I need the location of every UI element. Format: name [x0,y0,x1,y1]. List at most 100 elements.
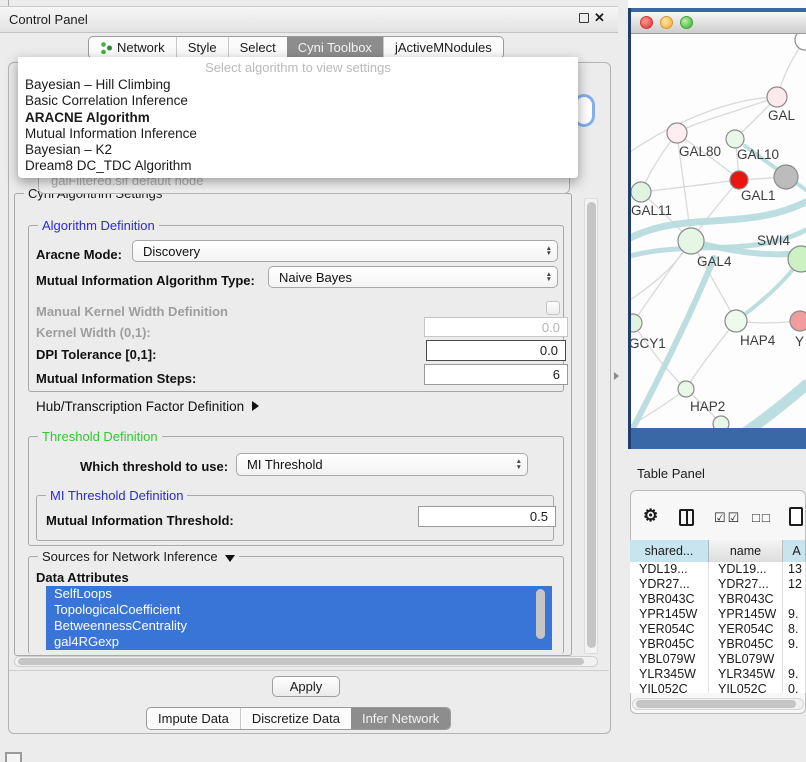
mi-algorithm-type-label: Mutual Information Algorithm Type: [36,273,255,288]
attribute-item-betweennesscentrality[interactable]: BetweennessCentrality [46,618,552,634]
table-row[interactable]: YBL079WYBL079W [630,652,806,667]
network-edge[interactable] [686,321,736,389]
settings-vertical-scrollbar[interactable] [584,198,598,654]
network-node-gal-top[interactable] [767,87,787,107]
mi-algorithm-type-combobox[interactable]: Naive Bayes ▲▼ [268,266,558,288]
network-node-label: Y [795,334,804,349]
checked-columns-icon[interactable]: ☑☑ [714,510,741,526]
kernel-width-label: Kernel Width (0,1): [36,325,151,340]
table-cell: 9. [783,637,806,652]
network-node-swi4[interactable] [788,246,806,272]
settings-horizontal-scrollbar[interactable] [14,656,598,667]
tab-label: Style [188,40,217,55]
tab-infer-network[interactable]: Infer Network [351,708,450,729]
network-node-gal80[interactable] [667,123,687,143]
gear-icon[interactable]: ⚙ [643,506,658,526]
tab-style[interactable]: Style [176,37,228,58]
network-node-label: GCY1 [631,336,666,351]
table-horizontal-scrollbar[interactable] [632,698,804,710]
column-header-name[interactable]: name [709,540,783,562]
aracne-mode-combobox[interactable]: Discovery ▲▼ [132,240,558,262]
table-cell: YIL052C [630,682,709,693]
attribute-item-gal4rgexp[interactable]: gal4RGexp [46,634,552,650]
tab-network[interactable]: Network [89,37,176,58]
tab-label: Impute Data [158,711,229,726]
collapse-down-icon [225,555,235,562]
network-edge[interactable] [677,97,777,133]
document-icon[interactable] [789,507,803,526]
attribute-list-scrollbar[interactable] [536,589,545,639]
column-layout-icon[interactable] [679,509,694,526]
network-node-label: GAL10 [737,147,779,162]
minimize-traffic-light-icon[interactable] [660,16,673,29]
column-header-a[interactable]: A [783,540,806,562]
dpi-tolerance-field[interactable]: 0.0 [426,340,566,361]
table-row[interactable]: YER054CYER054C8. [630,622,806,637]
mi-steps-value: 6 [553,367,560,382]
attribute-item-topologicalcoefficient[interactable]: TopologicalCoefficient [46,602,552,618]
dropdown-item-basic-correlation-inference[interactable]: Basic Correlation Inference [18,93,578,109]
table-cell: YPR145W [630,607,709,622]
tab-select[interactable]: Select [228,37,287,58]
network-node-salmon-node[interactable] [790,311,806,331]
table-row[interactable]: YLR345WYLR345W9. [630,667,806,682]
dock-panel-icon[interactable] [5,752,22,762]
float-window-icon[interactable] [579,13,589,23]
network-node-gal10[interactable] [726,130,744,148]
tab-jactivemnodules[interactable]: jActiveMNodules [383,37,503,58]
unchecked-columns-icon[interactable]: □□ [752,510,772,525]
network-icon [100,42,112,54]
network-edge[interactable] [691,241,736,321]
tab-cyni-toolbox[interactable]: Cyni Toolbox [287,37,383,58]
network-edge[interactable] [641,180,739,192]
aracne-mode-label: Aracne Mode: [36,247,122,262]
settings-hscroll-thumb[interactable] [18,658,584,665]
network-node-hap4[interactable] [725,310,747,332]
tab-impute-data[interactable]: Impute Data [147,708,240,729]
dropdown-item-bayesian-hill-climbing[interactable]: Bayesian – Hill Climbing [18,77,578,93]
table-cell: YIL052C [709,682,783,693]
network-node-gal4[interactable] [678,228,704,254]
mi-steps-field[interactable]: 6 [424,364,568,385]
kernel-width-field[interactable]: 0.0 [424,317,568,337]
dropdown-item-aracne-algorithm[interactable]: ARACNE Algorithm [18,110,578,126]
split-pane-grabber[interactable] [614,372,619,380]
network-node-label: SWI4 [757,233,790,248]
table-cell: YLR345W [630,667,709,682]
mi-threshold-field[interactable]: 0.5 [418,506,556,527]
mi-threshold-value: 0.5 [530,509,548,524]
tab-discretize-data[interactable]: Discretize Data [240,708,351,729]
close-traffic-light-icon[interactable] [640,16,653,29]
settings-vscroll-thumb[interactable] [587,202,596,648]
network-node-gal1[interactable] [730,171,748,189]
control-panel-title: Control Panel [9,12,88,27]
table-row[interactable]: YDL19...YDL19...13 [630,562,806,577]
network-node-gcy1[interactable] [631,314,642,332]
sources-group-title[interactable]: Sources for Network Inference [38,549,239,564]
network-node-hap2[interactable] [678,381,694,397]
table-row[interactable]: YDR27...YDR27...12 [630,577,806,592]
column-header-shared-[interactable]: shared... [630,540,709,562]
table-row[interactable]: YIL052CYIL052C0. [630,682,806,693]
table-row[interactable]: YBR045CYBR045C9. [630,637,806,652]
combo-stepper-icon: ▲▼ [540,272,552,283]
dropdown-item-dream8-dc-tdc-algorithm[interactable]: Dream8 DC_TDC Algorithm [18,158,578,174]
close-icon[interactable]: ✕ [594,10,605,26]
table-hscroll-thumb[interactable] [636,700,796,708]
table-row[interactable]: YBR043CYBR043C [630,592,806,607]
apply-button[interactable]: Apply [272,676,340,697]
network-node-bottom-node[interactable] [713,416,729,428]
network-node-gray-node[interactable] [774,165,798,189]
hub-definition-expander[interactable]: Hub/Transcription Factor Definition [36,398,259,416]
table-row[interactable]: YPR145WYPR145W9. [630,607,806,622]
network-node-partial-top[interactable] [795,34,806,50]
network-canvas[interactable]: GALGAL80GAL10GAL1GAL11GAL4SWI4GCY1HAP4YH… [631,34,806,428]
attribute-item-selfloops[interactable]: SelfLoops [46,586,552,602]
dropdown-item-mutual-information-inference[interactable]: Mutual Information Inference [18,126,578,142]
which-threshold-combobox[interactable]: MI Threshold ▲▼ [236,453,528,476]
manual-kernel-checkbox[interactable] [546,301,560,315]
threshold-definition-title: Threshold Definition [38,429,162,444]
zoom-traffic-light-icon[interactable] [680,16,693,29]
network-node-gal11[interactable] [631,182,651,202]
dropdown-item-bayesian-k2[interactable]: Bayesian – K2 [18,142,578,158]
